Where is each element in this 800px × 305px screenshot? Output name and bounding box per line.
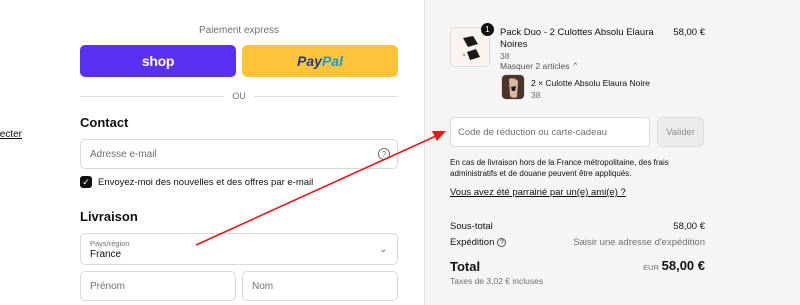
sub-item-image-illustration bbox=[502, 75, 524, 99]
total-value: 58,00 € bbox=[661, 258, 705, 273]
login-link[interactable]: Se connecter bbox=[0, 118, 22, 140]
product-size: 38 bbox=[500, 51, 510, 61]
quantity-badge: 1 bbox=[481, 23, 494, 36]
sub-item-size: 38 bbox=[531, 90, 541, 100]
chevron-up-icon: ⌃ bbox=[571, 61, 579, 71]
contact-heading: Contact bbox=[80, 115, 129, 130]
divider-line bbox=[80, 95, 225, 97]
express-checkout-title: Paiement express bbox=[198, 25, 280, 36]
paypal-button[interactable]: Pay Pal bbox=[242, 45, 398, 77]
shop-pay-button[interactable]: shop bbox=[80, 45, 236, 77]
subtotal-value: 58,00 € bbox=[673, 221, 705, 232]
product-price: 58,00 € bbox=[673, 27, 705, 38]
total-label: Total bbox=[450, 259, 481, 274]
hide-items-toggle[interactable]: Masquer 2 articles ⌃ bbox=[500, 61, 579, 72]
paypal-logo-pal: Pal bbox=[321, 53, 343, 69]
shipping-label: Expédition bbox=[450, 237, 495, 248]
help-icon[interactable]: ? bbox=[378, 148, 390, 160]
sub-item-image bbox=[501, 74, 525, 100]
country-select[interactable]: Pays/région France ⌄ bbox=[80, 233, 398, 265]
newsletter-label: Envoyez-moi des nouvelles et des offres … bbox=[98, 176, 314, 188]
newsletter-option[interactable]: ✓ Envoyez-moi des nouvelles et des offre… bbox=[80, 176, 313, 188]
referral-link[interactable]: Vous avez été parrainé par un(e) ami(e) … bbox=[450, 187, 626, 198]
chevron-down-icon: ⌄ bbox=[379, 244, 387, 254]
first-name-field[interactable]: Prénom bbox=[80, 271, 236, 301]
email-placeholder: Adresse e-mail bbox=[90, 149, 157, 160]
last-name-placeholder: Nom bbox=[252, 281, 274, 292]
shipping-value: Saisir une adresse d'expédition bbox=[573, 237, 705, 248]
discount-placeholder: Code de réduction ou carte-cadeau bbox=[458, 127, 607, 138]
newsletter-checkbox[interactable]: ✓ bbox=[80, 176, 92, 188]
shipping-notice: En cas de livraison hors de la France mé… bbox=[450, 158, 669, 178]
divider-line bbox=[253, 95, 398, 97]
last-name-field[interactable]: Nom bbox=[242, 271, 398, 301]
shipping-label-row: Expédition? bbox=[450, 237, 507, 248]
product-name: Pack Duo - 2 Culottes Absolu Elaura Noir… bbox=[500, 27, 654, 50]
or-text: OU bbox=[232, 91, 246, 101]
paypal-logo-pay: Pay bbox=[297, 53, 322, 69]
first-name-placeholder: Prénom bbox=[90, 281, 126, 292]
sub-item-name: 2 × Culotte Absolu Elaura Noire bbox=[531, 78, 650, 88]
country-label: Pays/région bbox=[90, 239, 130, 248]
or-divider: OU bbox=[80, 89, 398, 103]
subtotal-label: Sous-total bbox=[450, 221, 493, 232]
tax-note: Taxes de 3,02 € incluses bbox=[450, 276, 544, 286]
country-value: France bbox=[90, 249, 122, 260]
hide-items-label: Masquer 2 articles bbox=[500, 61, 570, 71]
delivery-heading: Livraison bbox=[80, 209, 138, 224]
info-icon[interactable]: ? bbox=[497, 237, 507, 247]
discount-code-input[interactable]: Code de réduction ou carte-cadeau bbox=[450, 117, 650, 147]
checkout-form-panel: Paiement express shop Pay Pal OU Contact … bbox=[0, 0, 424, 305]
apply-discount-button[interactable]: Valider bbox=[657, 117, 704, 147]
email-field[interactable]: Adresse e-mail ? bbox=[80, 139, 398, 169]
shop-pay-label: shop bbox=[141, 53, 175, 69]
total-currency: EUR bbox=[643, 263, 659, 272]
